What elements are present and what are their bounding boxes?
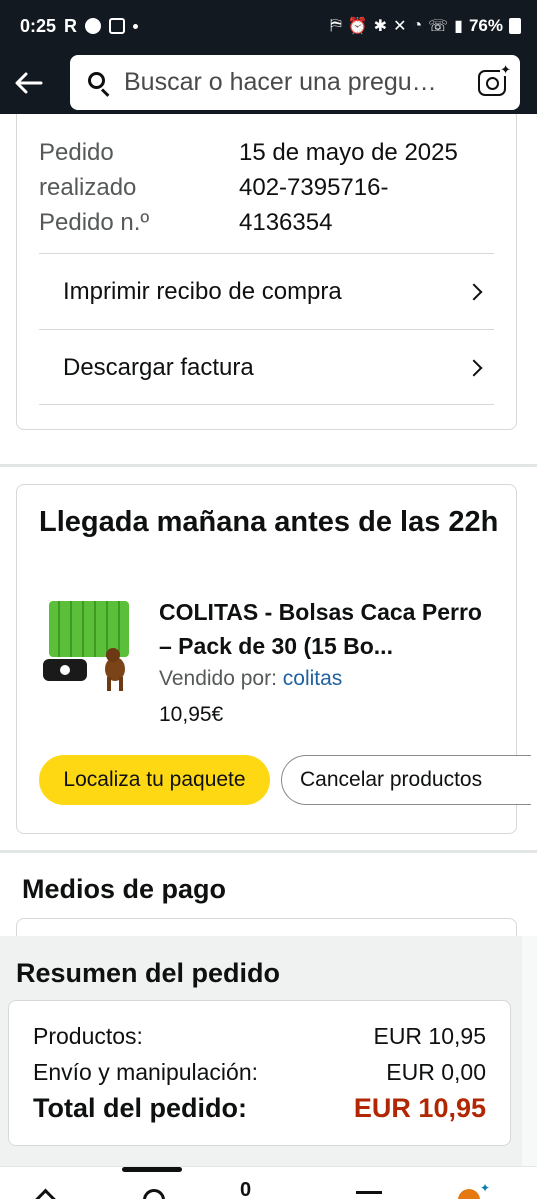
account-icon[interactable] xyxy=(140,1187,165,1199)
order-date: 15 de mayo de 2025 xyxy=(239,139,458,166)
download-invoice-label: Descargar factura xyxy=(63,353,254,381)
page-content: Pedido realizado Pedido n.º 15 de mayo d… xyxy=(0,114,537,1199)
payment-methods-title: Medios de pago xyxy=(22,874,227,904)
product-image[interactable] xyxy=(43,597,135,693)
label-order-number: Pedido n.º xyxy=(39,209,150,236)
cart-icon[interactable]: 0 xyxy=(240,1179,280,1199)
bottom-nav: 0 xyxy=(0,1166,537,1199)
row-divider xyxy=(39,404,494,405)
summary-row-products: Productos: EUR 10,95 xyxy=(33,1023,486,1050)
summary-shipping-label: Envío y manipulación: xyxy=(33,1059,259,1085)
sold-by: Vendido por: colitas xyxy=(159,667,342,691)
order-summary-sheet: Resumen del pedido Productos: EUR 10,95 … xyxy=(0,936,522,1166)
summary-total-label: Total del pedido: xyxy=(33,1093,247,1123)
delivery-title: Llegada mañana antes de las 22h xyxy=(39,506,499,538)
payment-card xyxy=(16,918,517,938)
label-realizado: realizado xyxy=(39,174,137,201)
delivery-card: Llegada mañana antes de las 22h COLITAS … xyxy=(16,484,531,834)
alarm-icon: ⏰ xyxy=(347,18,368,35)
print-receipt-label: Imprimir recibo de compra xyxy=(63,277,342,305)
cart-count: 0 xyxy=(240,1179,252,1199)
mute-icon: ✕ xyxy=(393,18,407,35)
sold-by-label: Vendido por: xyxy=(159,667,277,690)
product-price: 10,95€ xyxy=(159,703,224,726)
status-bar: 0:25 R ⛿ ⏰ ✱ ✕ ◔ ☏ ▮ 76% xyxy=(0,0,537,52)
rufus-ai-icon[interactable] xyxy=(458,1181,490,1199)
chevron-right-icon xyxy=(465,283,483,300)
summary-products-label: Productos: xyxy=(33,1023,143,1049)
battery-icon xyxy=(509,18,521,34)
order-labels: Pedido realizado Pedido n.º xyxy=(39,135,229,240)
status-time: 0:25 xyxy=(20,15,57,36)
dnd-icon xyxy=(85,18,102,34)
back-arrow-icon[interactable] xyxy=(0,52,58,114)
bluetooth-icon: ✱ xyxy=(373,18,388,35)
search-input[interactable]: Buscar o hacer una pregu… xyxy=(124,68,470,97)
download-invoice-row[interactable]: Descargar factura xyxy=(39,329,494,405)
wifi-icon: ◔ xyxy=(412,17,423,34)
sleep-icon: ⛿ xyxy=(330,17,342,34)
menu-icon[interactable] xyxy=(356,1187,382,1199)
carrier-indicator: R xyxy=(64,15,78,36)
sheet-edge xyxy=(522,936,537,1166)
order-summary-card: Productos: EUR 10,95 Envío y manipulació… xyxy=(8,1000,511,1146)
order-info-card: Pedido realizado Pedido n.º 15 de mayo d… xyxy=(16,114,517,430)
gallery-icon xyxy=(109,18,126,34)
summary-row-total: Total del pedido: EUR 10,95 xyxy=(33,1093,486,1124)
back-arrow-svg xyxy=(15,72,43,94)
signal-icon: ▮ xyxy=(454,18,463,35)
label-pedido: Pedido xyxy=(39,139,114,166)
notification-dot-icon xyxy=(133,23,139,29)
track-package-button[interactable]: Localiza tu paquete xyxy=(39,755,270,805)
print-receipt-row[interactable]: Imprimir recibo de compra xyxy=(39,253,494,329)
product-title[interactable]: COLITAS - Bolsas Caca Perro – Pack de 30… xyxy=(159,595,499,663)
summary-total-value: EUR 10,95 xyxy=(353,1093,486,1123)
order-number-line1: 402-7395716- xyxy=(239,174,389,201)
battery-percent: 76% xyxy=(468,16,503,35)
camera-lens-icon[interactable]: ✦ xyxy=(478,62,511,96)
summary-row-shipping: Envío y manipulación: EUR 0,00 xyxy=(33,1059,486,1086)
order-summary-title: Resumen del pedido xyxy=(16,958,281,988)
top-nav: Buscar o hacer una pregu… ✦ xyxy=(0,52,537,114)
section-divider xyxy=(0,850,537,853)
wifi-call-icon: ☏ xyxy=(428,18,449,35)
order-number-line2: 4136354 xyxy=(239,209,333,236)
summary-shipping-value: EUR 0,00 xyxy=(386,1059,486,1085)
search-icon xyxy=(86,70,112,97)
chevron-right-icon xyxy=(465,359,483,376)
section-divider xyxy=(0,464,537,467)
search-bar[interactable]: Buscar o hacer una pregu… ✦ xyxy=(70,55,520,110)
order-values: 15 de mayo de 2025 402-7395716- 4136354 xyxy=(239,135,499,240)
active-tab-indicator xyxy=(122,1167,182,1172)
cancel-products-button[interactable]: Cancelar productos xyxy=(281,755,531,805)
summary-products-value: EUR 10,95 xyxy=(373,1023,486,1049)
seller-link[interactable]: colitas xyxy=(283,667,343,690)
home-icon[interactable] xyxy=(30,1187,60,1199)
